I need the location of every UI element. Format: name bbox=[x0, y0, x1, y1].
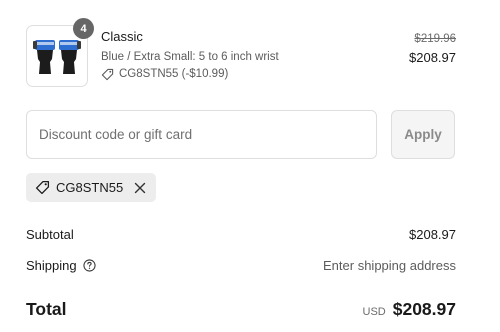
product-variant: Blue / Extra Small: 5 to 6 inch wrist bbox=[101, 51, 279, 63]
total-label: Total bbox=[26, 298, 67, 319]
product-info: Classic Blue / Extra Small: 5 to 6 inch … bbox=[101, 29, 279, 81]
close-icon bbox=[135, 182, 146, 193]
applied-discount-tag: CG8STN55 bbox=[26, 173, 157, 202]
compare-at-price: $219.96 bbox=[414, 33, 456, 45]
product-name: Classic bbox=[101, 29, 143, 44]
total-amount: USD $208.97 bbox=[363, 299, 457, 320]
shipping-row: Shipping Enter shipping address bbox=[26, 257, 456, 273]
cart-line-item: 4 Classic Blue / Extra Small: 5 to 6 inc… bbox=[26, 18, 456, 87]
total-row: Total USD $208.97 bbox=[26, 298, 456, 320]
remove-discount-button[interactable] bbox=[133, 181, 147, 195]
apply-button[interactable]: Apply bbox=[391, 110, 455, 159]
item-price: $208.97 bbox=[409, 50, 456, 65]
subtotal-label: Subtotal bbox=[26, 226, 74, 242]
discount-code-input[interactable] bbox=[26, 110, 377, 159]
item-discount: CG8STN55 (-$10.99) bbox=[101, 67, 279, 81]
subtotal-row: Subtotal $208.97 bbox=[26, 226, 456, 242]
shipping-label: Shipping bbox=[26, 257, 77, 273]
total-value: $208.97 bbox=[392, 298, 456, 319]
shipping-value: Enter shipping address bbox=[323, 257, 456, 273]
tag-icon bbox=[101, 68, 114, 80]
shipping-label-group: Shipping bbox=[26, 258, 96, 273]
item-prices: $219.96 $208.97 bbox=[409, 32, 456, 66]
item-discount-label: CG8STN55 (-$10.99) bbox=[119, 68, 229, 80]
subtotal-value: $208.97 bbox=[409, 226, 456, 242]
applied-discount-code: CG8STN55 bbox=[56, 180, 124, 195]
help-icon[interactable] bbox=[83, 258, 96, 272]
tag-icon bbox=[35, 180, 50, 195]
product-thumbnail-wrapper: 4 bbox=[26, 18, 94, 87]
quantity-badge: 4 bbox=[73, 18, 94, 39]
currency-code: USD bbox=[362, 305, 386, 318]
